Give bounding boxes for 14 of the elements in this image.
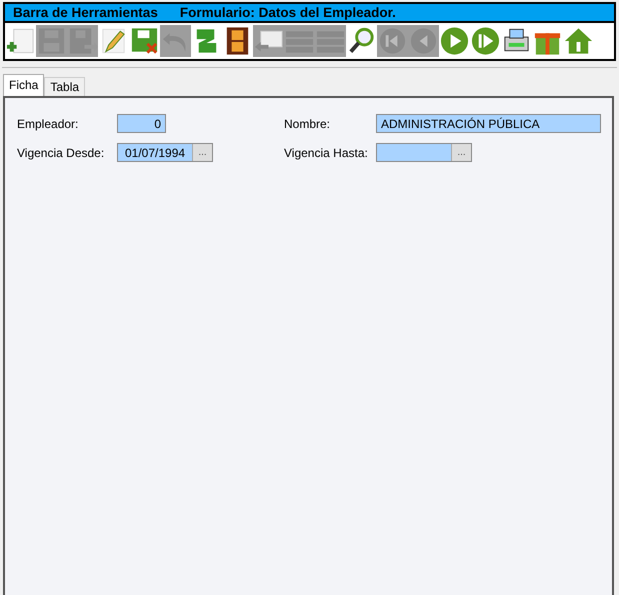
tab[interactable]: Ficha (3, 74, 44, 96)
field-label: Vigencia Hasta: (284, 146, 369, 160)
form-title: Formulario: Datos del Empleador. (180, 5, 396, 20)
date-field[interactable]: ... (376, 143, 472, 162)
date-field[interactable]: 01/07/1994 ... (117, 143, 213, 162)
date-picker-button[interactable]: ... (451, 144, 471, 161)
text-field[interactable]: ADMINISTRACIÓN PÚBLICA (376, 114, 601, 133)
field-label: Nombre: (284, 116, 332, 130)
field-label: Empleador: (17, 116, 80, 130)
field-label: Vigencia Desde: (17, 146, 106, 160)
date-picker-button[interactable]: ... (192, 144, 212, 161)
number-field[interactable]: 0 (117, 114, 166, 133)
tab[interactable]: Tabla (44, 77, 86, 96)
toolbar-title: Barra de Herramientas (13, 5, 158, 20)
